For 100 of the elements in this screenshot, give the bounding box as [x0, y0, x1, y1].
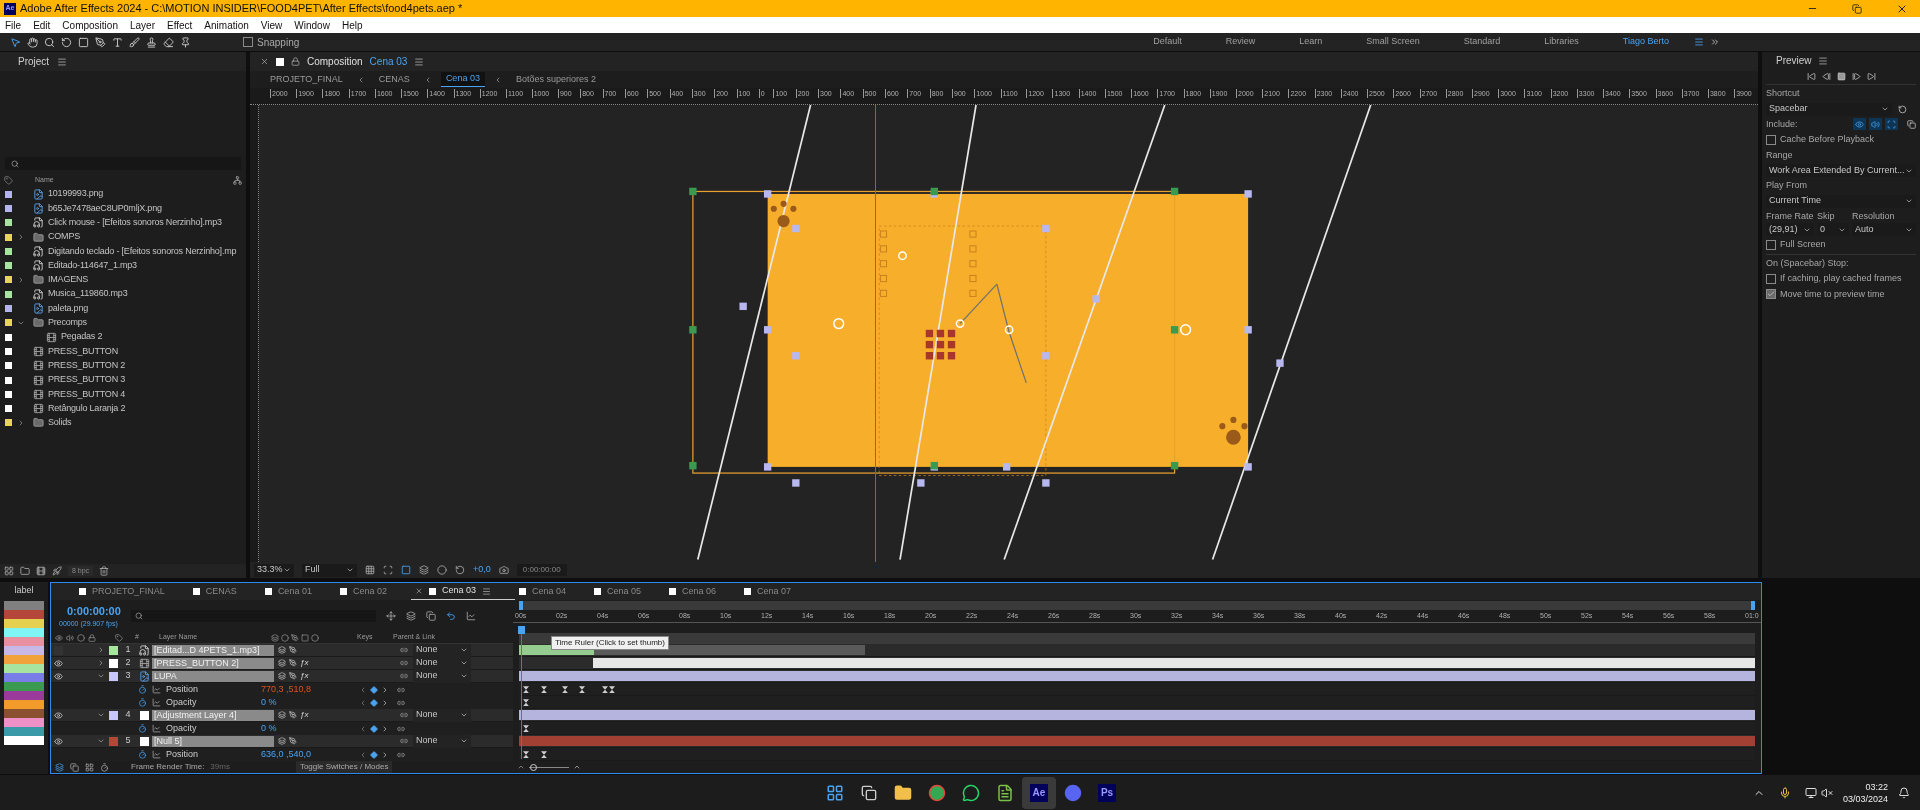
layer-row[interactable]: 5 [Null 5] None [51, 735, 513, 748]
timeline-tab[interactable]: Cena 06 [665, 583, 741, 600]
checkbox[interactable] [243, 37, 253, 47]
label-color-swatch[interactable] [4, 718, 44, 727]
breadcrumb[interactable]: CENAS [373, 72, 415, 87]
workspace-tab[interactable]: Tiago Berto [1603, 35, 1688, 49]
menu-item[interactable]: Layer [129, 17, 155, 33]
microphone-icon[interactable] [1778, 786, 1791, 799]
clone-stamp-tool-icon[interactable] [146, 36, 157, 48]
graph-icon[interactable] [152, 750, 161, 759]
keyframe-marker[interactable] [523, 725, 529, 733]
project-item-name[interactable]: 10199993.png [48, 187, 104, 201]
stopwatch-icon[interactable] [138, 750, 147, 759]
delete-icon[interactable] [99, 566, 110, 576]
render-time-pane-icon[interactable] [100, 762, 109, 772]
network-icon[interactable] [1804, 786, 1817, 799]
property-value[interactable]: 0 % [261, 721, 359, 736]
label-color-swatch[interactable] [4, 709, 44, 718]
close-icon[interactable] [260, 57, 269, 66]
effect-switch[interactable]: ƒx [300, 657, 309, 669]
visibility-icon[interactable] [53, 736, 63, 746]
menu-item[interactable]: Animation [204, 17, 249, 33]
keyframe-marker[interactable] [541, 751, 547, 759]
label-color-swatch[interactable] [4, 664, 44, 673]
label-swatch[interactable] [109, 645, 118, 655]
menu-item[interactable]: Composition [62, 17, 118, 33]
breadcrumb[interactable]: PROJETO_FINAL [265, 72, 348, 87]
project-item-name[interactable]: Precomps [48, 316, 87, 330]
label-color-swatch[interactable] [4, 736, 44, 745]
reset-exposure-icon[interactable] [455, 565, 465, 575]
project-item-name[interactable]: PRESS_BUTTON 3 [48, 373, 126, 387]
label-color-swatch[interactable] [4, 673, 44, 682]
label-swatch[interactable] [109, 710, 118, 720]
visibility-icon[interactable] [53, 658, 63, 668]
breadcrumb[interactable]: Botões superiores 2 [510, 72, 601, 87]
timeline-tab[interactable]: Cena 01 [260, 583, 336, 600]
panel-title[interactable]: label [14, 582, 34, 599]
rotation-tool-icon[interactable] [61, 36, 72, 48]
label-color-swatch[interactable] [4, 619, 44, 628]
property-value[interactable]: 770,3 ,510,8 [261, 682, 359, 697]
stopwatch-icon[interactable] [138, 724, 147, 733]
visibility-toggle[interactable] [53, 645, 63, 655]
layer-row[interactable]: 1 [Editad...D 4PETS_1.mp3] None [51, 644, 513, 657]
keyframe-icon[interactable] [370, 750, 378, 759]
previous-frame-icon[interactable] [1821, 72, 1831, 81]
previous-keyframe-icon[interactable] [359, 724, 367, 733]
pick-whip-icon[interactable] [397, 685, 405, 694]
composition-mini-flowchart-icon[interactable] [385, 611, 396, 621]
zoom-tool-icon[interactable] [44, 36, 55, 48]
label-color-swatch[interactable] [4, 691, 44, 700]
pick-whip-icon[interactable] [397, 698, 405, 707]
keyframe-marker[interactable] [602, 686, 608, 694]
menu-item[interactable]: Window [294, 17, 330, 33]
pick-whip-icon[interactable] [397, 750, 405, 759]
project-item-name[interactable]: IMAGENS [48, 273, 89, 287]
hand-tool-icon[interactable] [27, 36, 38, 48]
selection-tool-icon[interactable] [10, 36, 21, 48]
effect-switch[interactable]: ƒx [300, 709, 309, 721]
zoom-dropdown[interactable]: 33.3% [254, 563, 294, 577]
next-keyframe-icon[interactable] [381, 724, 389, 733]
brush-tool-icon[interactable] [129, 36, 140, 48]
label-color-swatch[interactable] [4, 655, 44, 664]
first-frame-icon[interactable] [1806, 72, 1816, 81]
label-color-swatch[interactable] [4, 637, 44, 646]
keyframe-marker[interactable] [609, 686, 615, 694]
pick-whip-icon[interactable] [397, 724, 405, 733]
panel-menu-icon[interactable] [1817, 55, 1828, 66]
parent-pick-whip-icon[interactable] [400, 711, 408, 719]
timeline-tab[interactable]: PROJETO_FINAL [75, 583, 189, 600]
checkbox[interactable] [1766, 273, 1776, 284]
project-item-name[interactable]: COMPS [48, 230, 80, 244]
layer-row[interactable]: 2 [PRESS_BUTTON 2] ƒx None [51, 657, 513, 670]
label-color-swatch[interactable] [4, 682, 44, 691]
label-swatch[interactable] [109, 671, 118, 681]
label-color-swatch[interactable] [4, 646, 44, 655]
workspace-tab[interactable]: Default [1134, 35, 1201, 49]
menu-item[interactable]: File [5, 17, 22, 33]
overlays-toggle[interactable] [1885, 118, 1898, 131]
project-item-name[interactable]: Pegadas 2 [61, 330, 103, 344]
project-item-name[interactable]: Click mouse - [Efeitos sonoros Nerzinho].mp3 [48, 216, 222, 230]
workspace-tab[interactable]: Review [1206, 35, 1275, 49]
new-folder-icon[interactable] [20, 566, 30, 576]
layer-row[interactable]: 3 LUPA ƒx None [51, 670, 513, 683]
panel-menu-icon[interactable] [57, 56, 68, 67]
project-item-name[interactable]: Digitando teclado - [Efeitos sonoros Nerzinho].mp [48, 244, 237, 259]
stop-icon[interactable] [1836, 72, 1846, 81]
keyframe-marker[interactable] [562, 686, 568, 694]
work-area-bar[interactable] [519, 632, 1755, 645]
label-color-swatch[interactable] [4, 610, 44, 619]
stopwatch-icon[interactable] [138, 685, 147, 694]
search-field[interactable] [5, 157, 241, 170]
timeline-tab[interactable]: Cena 05 [590, 583, 666, 600]
keyframe-icon[interactable] [370, 724, 378, 733]
checkbox[interactable] [1766, 289, 1776, 300]
menu-item[interactable]: Effect [166, 17, 193, 33]
workspace-tab[interactable]: Standard [1444, 35, 1520, 49]
project-item-name[interactable]: PRESS_BUTTON [48, 344, 118, 359]
workspace-tab[interactable]: Small Screen [1347, 35, 1439, 49]
panel-menu-icon[interactable] [481, 586, 491, 596]
layer-row[interactable]: 4 [Adjustment Layer 4] ƒx None [51, 709, 513, 722]
